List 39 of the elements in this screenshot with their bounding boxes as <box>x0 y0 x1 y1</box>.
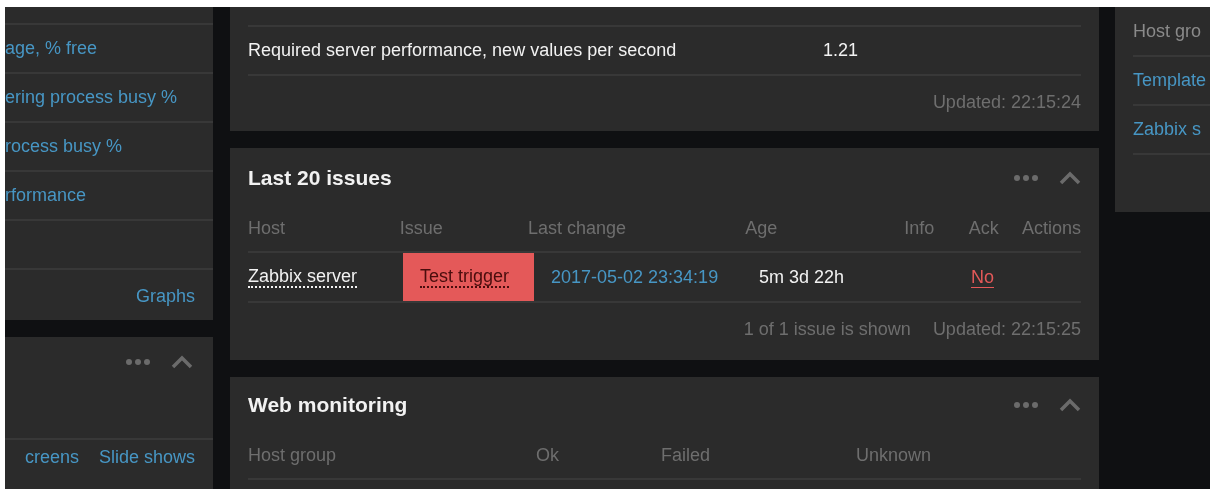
updated-time: Updated: 22:15:24 <box>932 90 1081 114</box>
footer-link[interactable]: Slide shows <box>98 444 195 471</box>
column-header: Issue <box>399 217 444 240</box>
parameter-label: Required server performance, new values per second <box>248 39 678 62</box>
column-header: Failed <box>661 444 712 467</box>
issue-count: 1 of 1 issue is shown <box>743 317 911 341</box>
widget-title: Web monitoring <box>248 392 408 419</box>
age-text: 5m 3d 22h <box>759 265 845 289</box>
date-link[interactable]: 2017-05-02 23:34:19 <box>551 263 719 291</box>
trigger-link[interactable]: Test trigger <box>420 266 510 288</box>
graph-link[interactable]: age, % free <box>5 35 98 62</box>
footer-link[interactable]: Graphs <box>135 282 195 310</box>
ack-link[interactable]: No <box>971 266 994 288</box>
column-header: Host group <box>248 444 338 467</box>
column-header: Host gro <box>1133 19 1202 43</box>
graph-link[interactable]: rocess busy % <box>5 133 123 160</box>
column-header: Last change <box>527 217 628 240</box>
column-header: Ack <box>967 217 999 240</box>
more-icon[interactable] <box>125 358 151 366</box>
footer-link[interactable]: creens <box>24 444 79 471</box>
column-header: Age <box>745 217 779 240</box>
column-header: Info <box>903 217 935 240</box>
graph-link[interactable]: ering process busy % <box>5 84 178 111</box>
graph-link[interactable]: rformance <box>5 182 87 209</box>
host-group-link[interactable]: Zabbix s <box>1133 116 1202 143</box>
more-icon[interactable] <box>1013 174 1039 182</box>
host-group-link[interactable]: Template <box>1133 67 1207 94</box>
host-link[interactable]: Zabbix server <box>248 266 358 288</box>
column-header: Actions <box>1020 217 1081 240</box>
column-header: Unknown <box>856 444 933 467</box>
collapse-icon[interactable] <box>171 355 193 369</box>
parameter-value: 1.21 <box>823 39 859 62</box>
column-header: Ok <box>536 444 560 467</box>
collapse-icon[interactable] <box>1059 171 1081 185</box>
column-header: Host <box>248 217 286 240</box>
collapse-icon[interactable] <box>1059 398 1081 412</box>
more-icon[interactable] <box>1013 401 1039 409</box>
widget-title: Last 20 issues <box>248 165 392 192</box>
updated-time: Updated: 22:15:25 <box>932 317 1081 341</box>
